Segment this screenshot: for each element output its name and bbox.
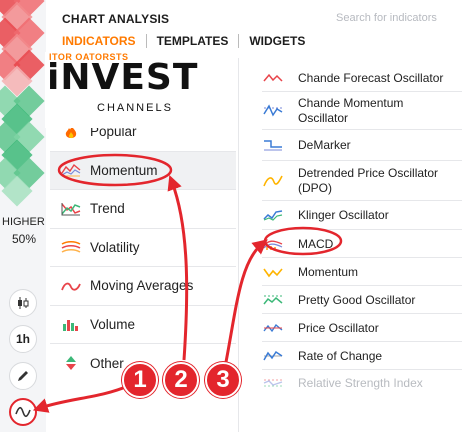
step-2-badge: 2 bbox=[163, 362, 199, 398]
category-volatility[interactable]: Volatility bbox=[50, 229, 236, 267]
indicator-demarker[interactable]: DeMarker bbox=[262, 130, 462, 161]
left-toolbar: HIGHER 50% 1h bbox=[0, 0, 46, 432]
momentum-icon bbox=[60, 162, 82, 178]
category-momentum[interactable]: Momentum bbox=[50, 151, 236, 190]
indicator-label: Chande Forecast Oscillator bbox=[298, 70, 444, 85]
panel-title: CHART ANALYSIS bbox=[62, 12, 170, 26]
indicator-label: Pretty Good Oscillator bbox=[298, 292, 416, 307]
indicator-category-list: Popular Momentum Trend Volatility Moving… bbox=[50, 113, 236, 383]
indicator-label: Price Oscillator bbox=[298, 320, 379, 335]
indicator-chande-momentum[interactable]: Chande Momentum Oscillator bbox=[262, 92, 462, 130]
chande-forecast-icon bbox=[262, 72, 284, 84]
tab-templates[interactable]: TEMPLATES bbox=[157, 34, 240, 48]
indicator-klinger[interactable]: Klinger Oscillator bbox=[262, 201, 462, 230]
price-background-pattern bbox=[0, 0, 46, 210]
logo-subtitle: CHANNELS bbox=[97, 102, 173, 114]
arrow-step-1 bbox=[32, 384, 129, 413]
indicator-label: Klinger Oscillator bbox=[298, 208, 389, 222]
indicator-search-input[interactable]: Search for indicators bbox=[336, 12, 437, 24]
category-label: Volume bbox=[90, 316, 136, 332]
invest-channels-logo: ITOR OATORSTS iNVEST CHANNELS bbox=[45, 52, 199, 128]
step-1-badge: 1 bbox=[122, 362, 158, 398]
indicator-label: Momentum bbox=[298, 264, 359, 279]
category-trend[interactable]: Trend bbox=[50, 190, 236, 229]
indicator-wave-icon bbox=[15, 406, 31, 418]
pencil-icon bbox=[18, 371, 28, 381]
volume-icon bbox=[60, 316, 82, 332]
indicator-label: Chande Momentum Oscillator bbox=[298, 95, 404, 125]
drawing-tools-button[interactable] bbox=[9, 362, 37, 390]
indicators-button[interactable] bbox=[9, 398, 37, 426]
indicator-price-oscillator[interactable]: Price Oscillator bbox=[262, 314, 462, 342]
tab-widgets[interactable]: WIDGETS bbox=[249, 34, 315, 48]
tab-indicators[interactable]: INDICATORS bbox=[62, 34, 147, 48]
indicator-label: DeMarker bbox=[298, 138, 351, 152]
timeframe-label: 1h bbox=[15, 332, 30, 346]
indicator-chande-forecast[interactable]: Chande Forecast Oscillator bbox=[262, 64, 462, 92]
category-label: Momentum bbox=[90, 162, 158, 178]
klinger-icon bbox=[262, 209, 284, 221]
momentum-indicator-icon bbox=[262, 266, 284, 278]
pgo-icon bbox=[262, 294, 284, 306]
category-label: Moving Averages bbox=[90, 278, 194, 294]
dpo-icon bbox=[262, 174, 284, 188]
category-label: Volatility bbox=[90, 239, 140, 255]
category-volume[interactable]: Volume bbox=[50, 306, 236, 344]
moving-average-icon bbox=[60, 278, 82, 294]
category-moving-averages[interactable]: Moving Averages bbox=[50, 267, 236, 306]
price-oscillator-icon bbox=[262, 322, 284, 334]
demarker-icon bbox=[262, 139, 284, 151]
indicator-rsi[interactable]: Relative Strength Index bbox=[262, 370, 462, 396]
indicator-dpo[interactable]: Detrended Price Oscillator (DPO) bbox=[262, 161, 462, 201]
higher-label: HIGHER bbox=[2, 216, 45, 228]
category-label: Other bbox=[90, 355, 124, 371]
timeframe-button[interactable]: 1h bbox=[9, 325, 37, 353]
macd-icon bbox=[262, 238, 284, 250]
panel-tabs: INDICATORS TEMPLATES WIDGETS bbox=[62, 34, 325, 48]
rate-of-change-icon bbox=[262, 350, 284, 362]
candlestick-icon bbox=[18, 297, 29, 309]
higher-percent: 50% bbox=[12, 232, 37, 246]
indicator-label: Detrended Price Oscillator (DPO) bbox=[298, 165, 439, 195]
step-3-badge: 3 bbox=[205, 362, 241, 398]
category-label: Trend bbox=[90, 201, 125, 217]
volatility-icon bbox=[60, 239, 82, 255]
indicator-macd[interactable]: MACD bbox=[262, 230, 462, 258]
indicator-list: Chande Forecast Oscillator Chande Moment… bbox=[262, 64, 462, 396]
logo-wordmark: iNVEST bbox=[47, 57, 199, 98]
trend-icon bbox=[60, 201, 82, 217]
chande-momentum-icon bbox=[262, 103, 284, 118]
indicator-label: Relative Strength Index bbox=[298, 376, 423, 390]
other-icon bbox=[60, 355, 82, 371]
chart-analysis-header: CHART ANALYSIS Search for indicators IND… bbox=[46, 0, 474, 58]
indicator-pretty-good-oscillator[interactable]: Pretty Good Oscillator bbox=[262, 286, 462, 314]
rsi-icon bbox=[262, 377, 284, 389]
indicator-rate-of-change[interactable]: Rate of Change bbox=[262, 342, 462, 370]
indicator-label: MACD bbox=[298, 236, 334, 251]
indicator-momentum[interactable]: Momentum bbox=[262, 258, 462, 286]
candlestick-chart-button[interactable] bbox=[9, 289, 37, 317]
indicator-label: Rate of Change bbox=[298, 348, 383, 363]
